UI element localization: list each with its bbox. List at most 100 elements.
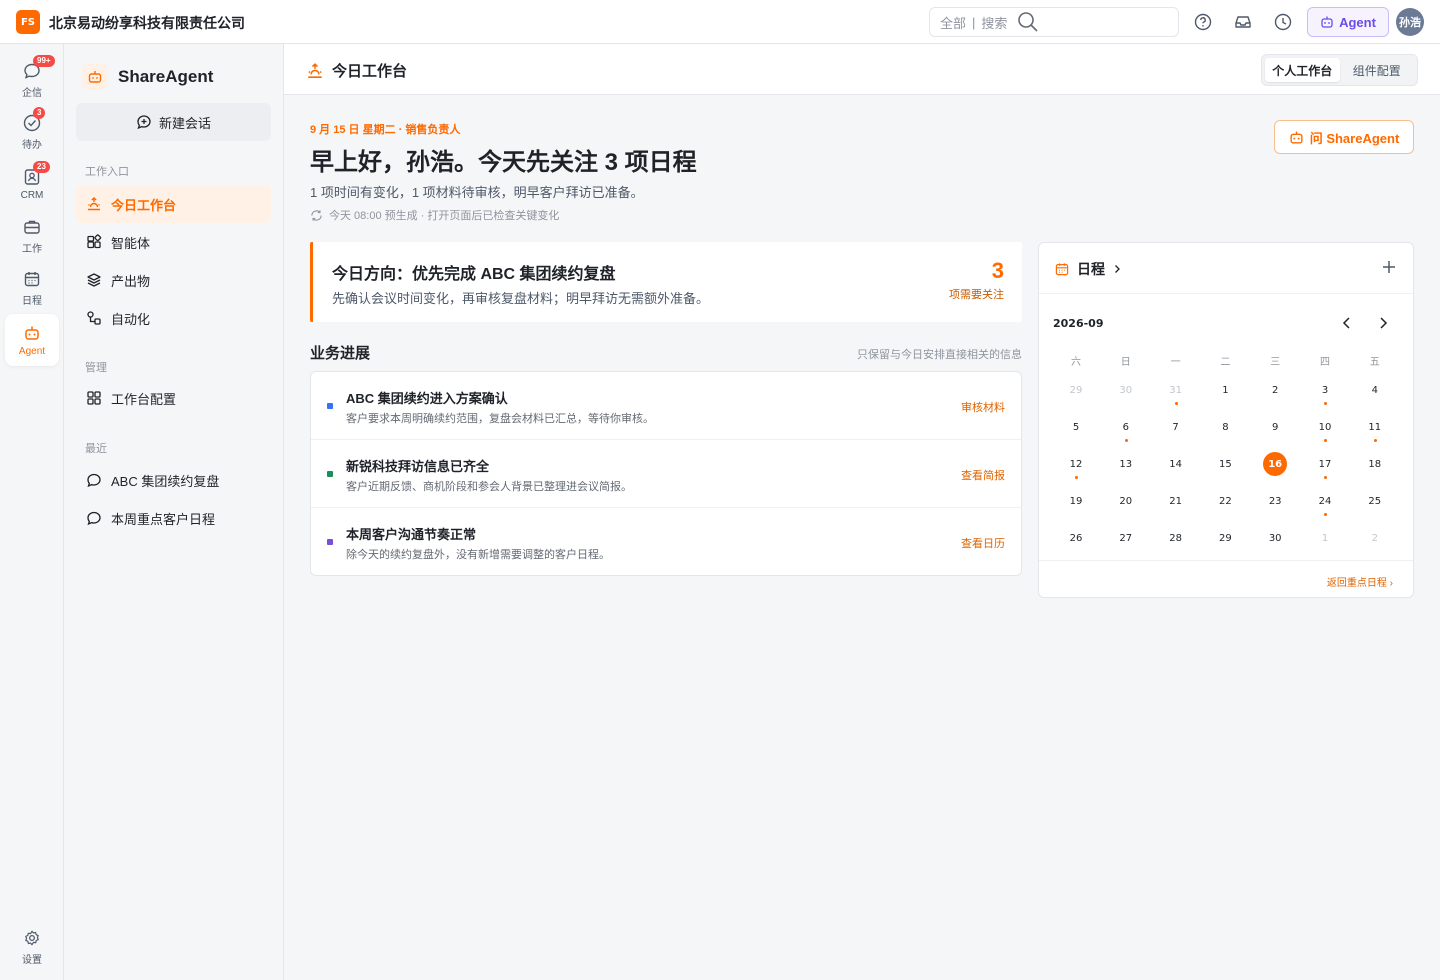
calendar-day[interactable]: 9 xyxy=(1250,415,1300,445)
calendar-day[interactable]: 31 xyxy=(1151,378,1201,408)
shareagent-logo xyxy=(82,64,108,90)
calendar-day[interactable]: 13 xyxy=(1101,452,1151,482)
calendar-day[interactable]: 2 xyxy=(1350,526,1400,556)
sidebar-title: ShareAgent xyxy=(118,67,214,86)
status-dot xyxy=(327,403,333,409)
agent-button[interactable]: Agent xyxy=(1307,7,1389,37)
review-materials-link[interactable]: 审核材料 xyxy=(961,399,1005,415)
tab-personal-workbench[interactable]: 个人工作台 xyxy=(1265,58,1340,82)
calendar-day[interactable]: 30 xyxy=(1250,526,1300,556)
user-avatar[interactable]: 孙浩 xyxy=(1396,8,1424,36)
calendar-day[interactable]: 21 xyxy=(1151,489,1201,519)
calendar-day[interactable]: 1 xyxy=(1300,526,1350,556)
calendar-day[interactable]: 24 xyxy=(1300,489,1350,519)
calendar-day[interactable]: 6 xyxy=(1101,415,1151,445)
calendar-day[interactable]: 10 xyxy=(1300,415,1350,445)
tab-component-config[interactable]: 组件配置 xyxy=(1340,58,1415,82)
sidebar-item-today-workbench[interactable]: 今日工作台 xyxy=(76,185,271,223)
event-dot xyxy=(1324,402,1327,405)
todo-badge: 3 xyxy=(33,107,46,119)
rail-item-agent[interactable]: Agent xyxy=(5,314,59,366)
sidebar-item-agents[interactable]: 智能体 xyxy=(76,223,271,261)
progress-list: ABC 集团续约进入方案确认 客户要求本周明确续约范围，复盘会材料已汇总，等待你… xyxy=(310,371,1022,576)
global-search[interactable]: 全部 | 搜索 xyxy=(929,7,1179,37)
calendar-day[interactable]: 4 xyxy=(1350,378,1400,408)
event-dot xyxy=(1324,513,1327,516)
calendar-day[interactable]: 25 xyxy=(1350,489,1400,519)
calendar-day[interactable]: 15 xyxy=(1200,452,1250,482)
calendar-day-today[interactable]: 16 xyxy=(1250,452,1300,482)
ask-shareagent-button[interactable]: 问 ShareAgent xyxy=(1274,120,1414,154)
search-scope[interactable]: 全部 xyxy=(940,13,966,32)
list-item[interactable]: 新锐科技拜访信息已齐全 客户近期反馈、商机阶段和参会人背景已整理进会议简报。 查… xyxy=(311,440,1021,508)
calendar-day[interactable]: 26 xyxy=(1051,526,1101,556)
sidebar-item-recent-chat[interactable]: ABC 集团续约复盘 xyxy=(76,461,271,499)
grid-icon xyxy=(87,391,101,405)
focus-count-label: 项需要关注 xyxy=(949,289,1004,301)
weekday-label: 六 xyxy=(1071,357,1081,368)
sidebar-item-automation[interactable]: 自动化 xyxy=(76,299,271,337)
calendar-day[interactable]: 27 xyxy=(1101,526,1151,556)
calendar-day[interactable]: 11 xyxy=(1350,415,1400,445)
robot-icon xyxy=(1290,131,1303,144)
calendar-day[interactable]: 30 xyxy=(1101,378,1151,408)
calendar-day[interactable]: 19 xyxy=(1051,489,1101,519)
calendar-day[interactable]: 23 xyxy=(1250,489,1300,519)
main-content: 今日工作台 个人工作台 组件配置 9 月 15 日 星期二 · 销售负责人 早上… xyxy=(284,44,1440,980)
back-to-key-schedule-link[interactable]: 返回重点日程 › xyxy=(1327,574,1393,589)
rail-item-crm[interactable]: 23 CRM xyxy=(5,158,59,210)
clock-icon[interactable] xyxy=(1273,12,1293,32)
sidebar-item-recent-chat[interactable]: 本周重点客户日程 xyxy=(76,499,271,537)
calendar-day[interactable]: 8 xyxy=(1200,415,1250,445)
item-title: 新锐科技拜访信息已齐全 xyxy=(346,459,490,474)
calendar-day[interactable]: 28 xyxy=(1151,526,1201,556)
company-name[interactable]: 北京易动纷享科技有限责任公司 xyxy=(49,13,245,33)
day-number: 24 xyxy=(1318,495,1332,507)
chevron-right-icon[interactable] xyxy=(1375,315,1391,331)
calendar-day[interactable]: 7 xyxy=(1151,415,1201,445)
help-icon[interactable] xyxy=(1193,12,1213,32)
event-dot xyxy=(1373,439,1377,442)
today-focus-card[interactable]: 今日方向：优先完成 ABC 集团续约复盘 先确认会议时间变化，再审核复盘材料；明… xyxy=(310,242,1022,322)
calendar-day[interactable]: 14 xyxy=(1151,452,1201,482)
rail-item-schedule[interactable]: 日程 xyxy=(5,262,59,314)
calendar-day[interactable]: 29 xyxy=(1051,378,1101,408)
calendar-day[interactable]: 1 xyxy=(1200,378,1250,408)
rail-item-work[interactable]: 工作 xyxy=(5,210,59,262)
calendar-day[interactable]: 29 xyxy=(1200,526,1250,556)
company-logo[interactable]: FS xyxy=(16,10,40,34)
view-brief-link[interactable]: 查看简报 xyxy=(961,467,1005,483)
status-dot xyxy=(327,539,333,545)
calendar-day[interactable]: 3 xyxy=(1300,378,1350,408)
calendar-day[interactable]: 22 xyxy=(1200,489,1250,519)
day-number: 17 xyxy=(1318,458,1332,470)
rail-label: 工作 xyxy=(22,244,42,255)
chevron-left-icon[interactable] xyxy=(1339,315,1355,331)
list-item[interactable]: 本周客户沟通节奏正常 除今天的续约复盘外，没有新增需要调整的客户日程。 查看日历 xyxy=(311,508,1021,575)
rail-item-messages[interactable]: 99+ 企信 xyxy=(5,54,59,106)
weekday-label: 一 xyxy=(1170,357,1181,368)
inbox-icon[interactable] xyxy=(1233,12,1253,32)
search-input[interactable]: 搜索 xyxy=(981,13,1007,32)
rail-item-settings[interactable]: 设置 xyxy=(5,922,59,972)
rail-item-todo[interactable]: 3 待办 xyxy=(5,106,59,158)
new-chat-button[interactable]: 新建会话 xyxy=(76,103,271,141)
calendar-day[interactable]: 20 xyxy=(1101,489,1151,519)
calendar-day[interactable]: 18 xyxy=(1350,452,1400,482)
calendar-day[interactable]: 2 xyxy=(1250,378,1300,408)
calendar-day[interactable]: 12 xyxy=(1051,452,1101,482)
add-event-icon[interactable] xyxy=(1381,259,1397,275)
view-calendar-link[interactable]: 查看日历 xyxy=(961,535,1005,551)
greeting-headline: 早上好，孙浩。今天先关注 3 项日程 xyxy=(310,149,697,176)
sidebar-item-workbench-config[interactable]: 工作台配置 xyxy=(76,379,271,417)
calendar-day[interactable]: 5 xyxy=(1051,415,1101,445)
list-item[interactable]: ABC 集团续约进入方案确认 客户要求本周明确续约范围，复盘会材料已汇总，等待你… xyxy=(311,372,1021,440)
calendar-title-link[interactable]: 日程 xyxy=(1054,259,1122,279)
robot-icon xyxy=(1321,16,1333,28)
sidebar-item-outputs[interactable]: 产出物 xyxy=(76,261,271,299)
layers-icon xyxy=(87,273,101,287)
day-number: 5 xyxy=(1072,421,1080,433)
refresh-icon xyxy=(311,209,322,221)
day-number: 8 xyxy=(1222,421,1229,433)
calendar-day[interactable]: 17 xyxy=(1300,452,1350,482)
